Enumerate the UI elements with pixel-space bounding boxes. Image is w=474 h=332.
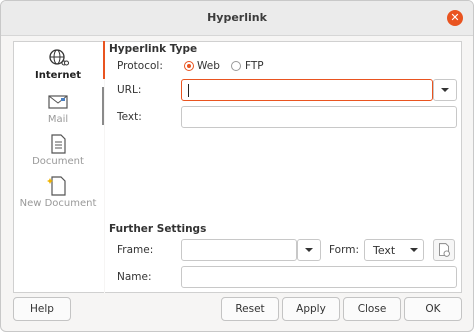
protocol-web-radio[interactable] — [184, 61, 194, 71]
frame-label: Frame: — [117, 244, 154, 256]
sidebar-item-document[interactable]: Document — [14, 134, 102, 167]
mail-icon — [48, 95, 68, 109]
text-input[interactable] — [181, 106, 457, 128]
globe-icon — [49, 49, 69, 66]
protocol-web-label[interactable]: Web — [197, 60, 220, 72]
apply-button[interactable]: Apply — [282, 297, 340, 321]
sidebar-item-internet[interactable]: Internet — [14, 48, 102, 81]
chevron-down-icon — [305, 248, 313, 252]
frame-dropdown-button[interactable] — [297, 239, 321, 261]
sidebar-item-label: Mail — [47, 114, 69, 125]
events-button[interactable] — [433, 239, 455, 261]
events-icon — [439, 243, 450, 257]
form-select[interactable]: Text — [364, 239, 424, 261]
title-bar: Hyperlink ✕ — [1, 1, 473, 36]
new-document-icon — [47, 176, 66, 196]
protocol-label: Protocol: — [117, 60, 163, 72]
text-caret — [188, 84, 189, 97]
url-input[interactable] — [181, 79, 433, 101]
chevron-down-icon — [441, 88, 449, 92]
name-input[interactable] — [181, 266, 457, 288]
dialog-title: Hyperlink — [207, 11, 267, 24]
name-label: Name: — [117, 271, 152, 283]
close-icon[interactable]: ✕ — [447, 10, 463, 26]
sidebar-item-label: Internet — [34, 70, 81, 81]
hyperlink-dialog: Hyperlink ✕ Internet Mail Document New D… — [0, 0, 474, 332]
help-button[interactable]: Help — [13, 297, 71, 321]
sidebar-item-label: Document — [32, 156, 84, 167]
hyperlink-type-sidebar: Internet Mail Document New Document — [13, 41, 104, 293]
close-button[interactable]: Close — [343, 297, 401, 321]
ok-button[interactable]: OK — [404, 297, 462, 321]
sidebar-item-mail[interactable]: Mail — [14, 92, 102, 125]
url-label: URL: — [117, 84, 142, 96]
sidebar-item-label: New Document — [19, 198, 97, 209]
form-label: Form: — [329, 244, 359, 256]
sidebar-item-new-document[interactable]: New Document — [14, 176, 102, 209]
sidebar-scrollbar[interactable] — [102, 87, 104, 125]
url-dropdown-button[interactable] — [433, 79, 457, 101]
hyperlink-settings-panel: Hyperlink Type Protocol: Web FTP URL: Te… — [105, 41, 462, 293]
frame-combobox[interactable] — [181, 239, 297, 261]
document-icon — [51, 134, 66, 154]
protocol-ftp-label[interactable]: FTP — [245, 60, 264, 72]
chevron-down-icon — [410, 248, 418, 252]
hyperlink-type-title: Hyperlink Type — [109, 43, 198, 55]
further-settings-title: Further Settings — [109, 223, 207, 235]
protocol-ftp-radio[interactable] — [231, 61, 241, 71]
form-select-value: Text — [373, 244, 396, 257]
reset-button[interactable]: Reset — [221, 297, 279, 321]
text-label: Text: — [117, 111, 142, 123]
